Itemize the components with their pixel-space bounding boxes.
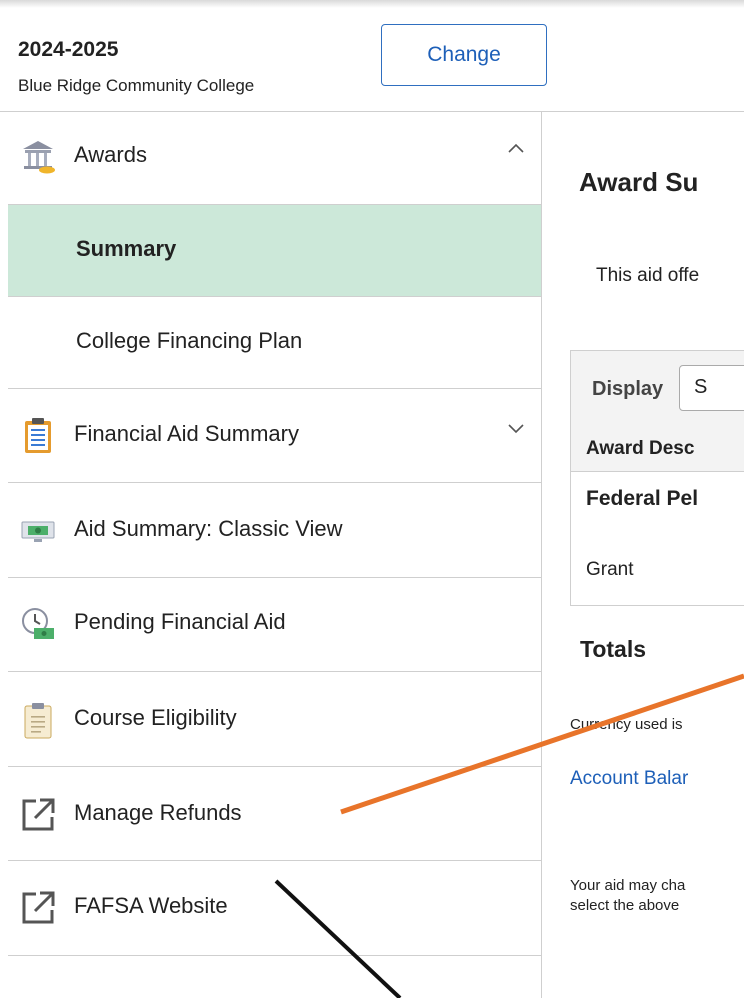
clipboard-icon bbox=[18, 701, 58, 741]
money-screen-icon bbox=[18, 511, 58, 551]
award-row-type: Grant bbox=[586, 559, 634, 580]
institution-name: Blue Ridge Community College bbox=[18, 76, 255, 95]
sidebar-item-label: Awards bbox=[74, 142, 147, 167]
sidebar-item-college-financing-plan[interactable]: College Financing Plan bbox=[8, 297, 541, 389]
sidebar-item-label: College Financing Plan bbox=[76, 328, 303, 353]
sidebar-item-manage-refunds[interactable]: Manage Refunds bbox=[8, 767, 541, 861]
aid-change-note-line2: select the above bbox=[570, 897, 680, 914]
awards-building-icon bbox=[18, 136, 58, 176]
sidebar-item-label: Manage Refunds bbox=[74, 800, 242, 825]
sidebar-item-course-eligibility[interactable]: Course Eligibility bbox=[8, 672, 541, 767]
external-link-icon bbox=[18, 888, 58, 928]
display-label: Display bbox=[592, 378, 664, 400]
sidebar-item-label: Aid Summary: Classic View bbox=[74, 516, 343, 541]
aid-change-note: Your aid may cha select the above bbox=[570, 876, 685, 916]
sidebar-item-awards[interactable]: Awards bbox=[8, 112, 541, 205]
change-button[interactable]: Change bbox=[381, 24, 547, 86]
award-row-title: Federal Pel bbox=[586, 487, 699, 510]
currency-note: Currency used is bbox=[570, 716, 683, 733]
sidebar-item-label: Financial Aid Summary bbox=[74, 421, 299, 446]
account-balance-link[interactable]: Account Balar bbox=[570, 768, 688, 790]
table-header: Award Desc bbox=[571, 427, 744, 472]
sidebar-item-label: Summary bbox=[76, 236, 177, 261]
external-link-icon bbox=[18, 795, 58, 835]
clipboard-list-icon bbox=[18, 416, 58, 456]
award-table: Display S Award Desc Federal Pel Grant bbox=[570, 350, 744, 606]
sidebar-item-pending-financial-aid[interactable]: Pending Financial Aid bbox=[8, 578, 541, 672]
chevron-down-icon bbox=[506, 419, 526, 442]
sidebar-item-financial-aid-summary[interactable]: Financial Aid Summary bbox=[8, 389, 541, 483]
chevron-up-icon bbox=[506, 138, 526, 161]
column-header-award-description: Award Desc bbox=[586, 438, 695, 459]
clock-money-icon bbox=[18, 604, 58, 644]
sidebar-item-label: Course Eligibility bbox=[74, 705, 237, 730]
display-select[interactable]: S bbox=[679, 365, 744, 411]
intro-text: This aid offe bbox=[596, 265, 700, 286]
aid-change-note-line1: Your aid may cha bbox=[570, 877, 686, 894]
window-top-edge bbox=[0, 0, 744, 8]
sidebar-item-summary[interactable]: Summary bbox=[8, 205, 541, 297]
sidebar-nav: Awards Summary College Financing Plan Fi… bbox=[0, 112, 542, 998]
sidebar-item-aid-summary-classic[interactable]: Aid Summary: Classic View bbox=[8, 483, 541, 578]
aid-year-header: 2024-2025 Blue Ridge Community College C… bbox=[0, 8, 744, 112]
sidebar-item-fafsa-website[interactable]: FAFSA Website bbox=[8, 861, 541, 956]
page-title: Award Su bbox=[579, 167, 699, 197]
sidebar-item-label: Pending Financial Aid bbox=[74, 609, 286, 634]
totals-heading: Totals bbox=[580, 636, 647, 662]
sidebar-item-label: FAFSA Website bbox=[74, 893, 228, 918]
table-toolbar: Display S bbox=[571, 351, 744, 428]
aid-year: 2024-2025 bbox=[18, 38, 119, 61]
